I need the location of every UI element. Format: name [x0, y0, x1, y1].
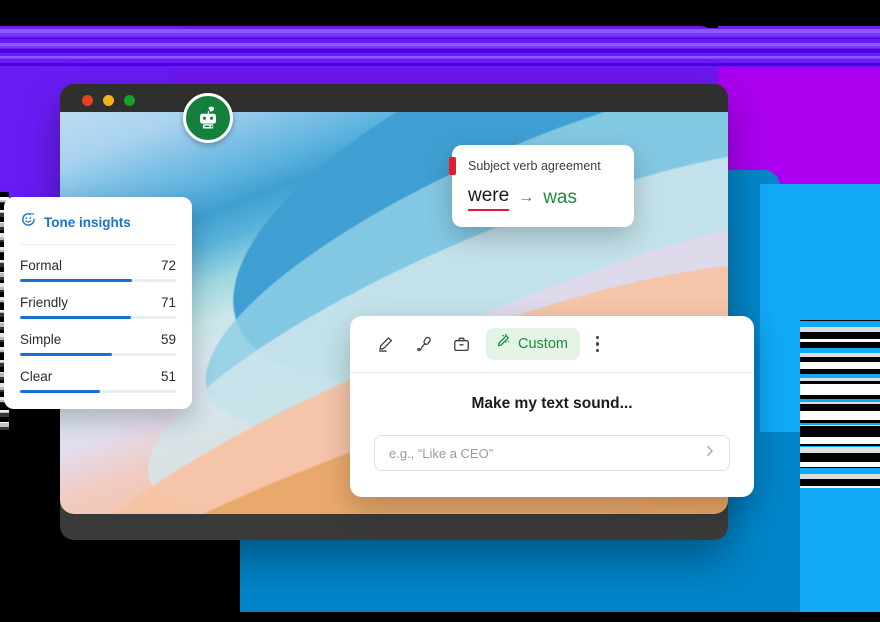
tone-metric-value: 51 [160, 369, 176, 384]
tone-insights-card: Tone insights Formal 72 Friendly 71 Simple 59… [4, 197, 192, 409]
grammarly-robot-icon[interactable] [183, 93, 233, 143]
glitch-stripes-right [800, 320, 880, 488]
arrow-right-icon: → [518, 189, 535, 206]
edit-pencil-icon[interactable] [368, 329, 402, 359]
tone-insights-title: Tone insights [44, 214, 131, 230]
grammar-suggestion-card[interactable]: Subject verb agreement were → was [449, 145, 634, 227]
magic-wand-icon [495, 333, 512, 355]
window-minimize-button[interactable] [103, 95, 114, 106]
window-traffic-lights[interactable] [82, 95, 135, 106]
tone-metric-label: Formal [20, 258, 63, 273]
tone-metric-row: Formal 72 [20, 245, 176, 282]
tone-insights-header: Tone insights [20, 211, 176, 245]
grammar-original-word: were [468, 185, 510, 211]
smiley-sparkle-icon [20, 211, 37, 233]
grammar-replacement-word[interactable]: was [543, 187, 577, 209]
tone-metric-row: Friendly 71 [20, 282, 176, 319]
assistant-body: Make my text sound... e.g., “Like a CEO” [350, 373, 754, 497]
tone-metric-label: Friendly [20, 295, 69, 310]
grammar-category-label: Subject verb agreement [468, 159, 601, 173]
error-indicator-tab [449, 157, 456, 175]
tone-metric-row: Clear 51 [20, 356, 176, 393]
tone-metric-value: 59 [160, 332, 176, 347]
custom-tone-button[interactable]: Custom [486, 328, 580, 360]
tone-metric-value: 72 [160, 258, 176, 273]
custom-prompt-placeholder: e.g., “Like a CEO” [389, 445, 494, 461]
tone-metric-value: 71 [160, 295, 176, 310]
chevron-right-icon[interactable] [703, 444, 717, 463]
custom-tone-label: Custom [518, 336, 568, 352]
tone-metric-track [20, 390, 176, 393]
microphone-icon[interactable] [406, 329, 440, 359]
more-options-icon[interactable] [595, 335, 600, 353]
assistant-prompt-heading: Make my text sound... [471, 395, 633, 412]
tone-metric-fill [20, 390, 100, 393]
glitch-stripes-top [0, 28, 880, 68]
tone-metric-label: Simple [20, 332, 62, 347]
custom-prompt-input[interactable]: e.g., “Like a CEO” [374, 435, 730, 471]
window-maximize-button[interactable] [124, 95, 135, 106]
screenshot-stage: Tone insights Formal 72 Friendly 71 Simple 59… [0, 0, 880, 622]
window-close-button[interactable] [82, 95, 93, 106]
grammar-replacement-row: were → was [468, 185, 618, 211]
tone-metric-label: Clear [20, 369, 53, 384]
assistant-toolbar: Custom [350, 316, 754, 373]
tone-metric-row: Simple 59 [20, 319, 176, 356]
assistant-card: Custom Make my text sound... e.g., “Like… [350, 316, 754, 497]
briefcase-icon[interactable] [444, 329, 478, 359]
